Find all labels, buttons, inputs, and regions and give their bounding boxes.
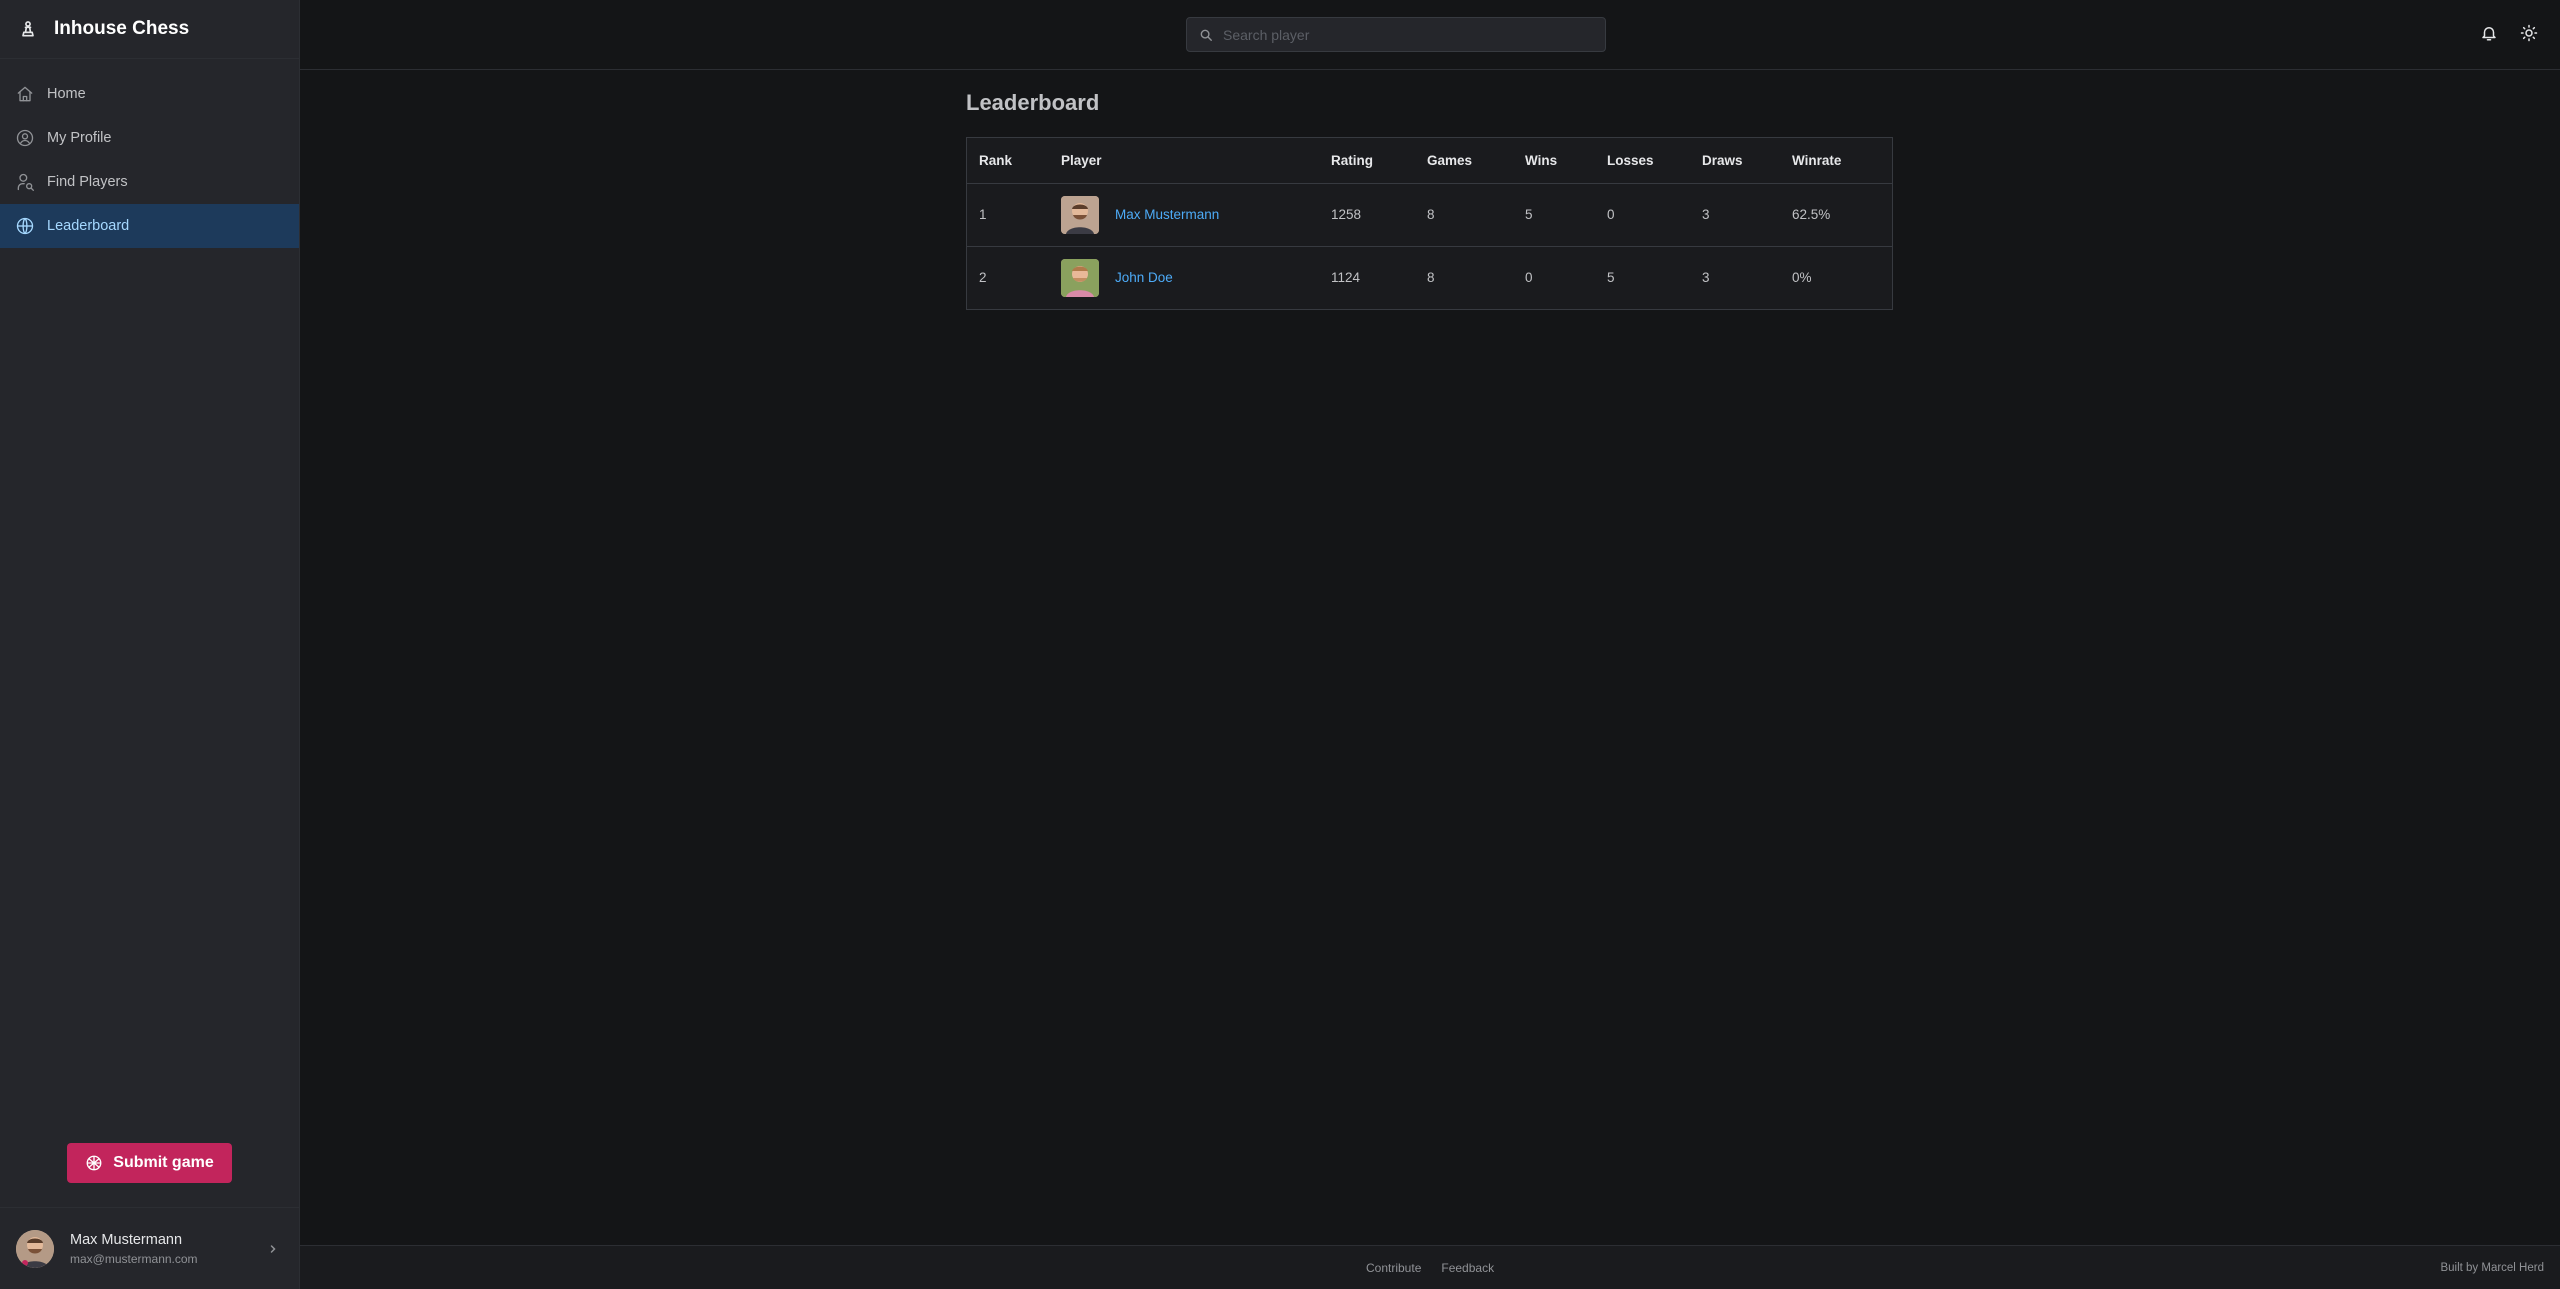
column-header-wins[interactable]: Wins: [1513, 138, 1595, 184]
player-cell: John Doe: [1049, 245, 1319, 309]
user-menu[interactable]: Max Mustermann max@mustermann.com: [0, 1207, 300, 1289]
footer: Contribute Feedback Built by Marcel Herd: [300, 1245, 2560, 1289]
sidebar: Inhouse Chess Home My Profile Find Playe…: [0, 0, 300, 1289]
app-root: Inhouse Chess Home My Profile Find Playe…: [0, 0, 2560, 1289]
losses-cell: 0: [1607, 207, 1615, 222]
leaderboard-table: Rank Player Rating Games Wins Losses Dra…: [966, 137, 1893, 310]
column-header-draws[interactable]: Draws: [1690, 138, 1780, 184]
search-input[interactable]: [1223, 26, 1603, 43]
sidebar-item-leaderboard[interactable]: Leaderboard: [0, 204, 299, 248]
brand[interactable]: Inhouse Chess: [0, 0, 299, 59]
rating-cell: 1124: [1319, 245, 1415, 309]
player-avatar[interactable]: [1061, 258, 1099, 297]
top-header: [300, 0, 2560, 70]
player-link[interactable]: Max Mustermann: [1115, 207, 1219, 222]
footer-link-contribute[interactable]: Contribute: [1366, 1261, 1421, 1275]
sidebar-item-label: Home: [47, 86, 86, 102]
globe-icon: [15, 216, 35, 236]
column-header-losses[interactable]: Losses: [1595, 138, 1690, 184]
wins-cell: 5: [1525, 207, 1533, 222]
app-name: Inhouse Chess: [54, 18, 190, 39]
chess-board-icon: [85, 1154, 103, 1172]
player-cell: Max Mustermann: [1049, 183, 1319, 246]
wins-cell: 0: [1513, 245, 1595, 309]
draws-cell: 3: [1690, 245, 1780, 309]
games-cell: 8: [1427, 207, 1435, 222]
sun-icon[interactable]: [2520, 24, 2538, 42]
winrate-cell: 62.5%: [1792, 207, 1831, 222]
submit-game-label: Submit game: [113, 1154, 214, 1171]
search-icon: [1199, 28, 1213, 42]
column-header-games[interactable]: Games: [1415, 138, 1513, 184]
winrate-cell: 0%: [1780, 245, 1892, 309]
player-avatar[interactable]: [1061, 195, 1099, 234]
home-icon: [15, 84, 35, 104]
user-email: max@mustermann.com: [70, 1251, 198, 1266]
search-bar[interactable]: [1186, 17, 1606, 52]
sidebar-item-my-profile[interactable]: My Profile: [0, 116, 299, 160]
rank-cell: 1: [979, 207, 987, 222]
avatar: [16, 1229, 54, 1268]
column-header-player[interactable]: Player: [1049, 138, 1319, 184]
submit-game-button[interactable]: Submit game: [67, 1143, 232, 1183]
page-title: Leaderboard: [966, 90, 1100, 115]
player-link[interactable]: John Doe: [1115, 270, 1173, 285]
sidebar-item-label: Find Players: [47, 174, 128, 190]
sidebar-item-label: My Profile: [47, 130, 112, 146]
sidebar-item-find-players[interactable]: Find Players: [0, 160, 299, 204]
bell-icon[interactable]: [2480, 24, 2498, 42]
user-circle-icon: [15, 128, 35, 148]
footer-link-feedback[interactable]: Feedback: [1441, 1261, 1494, 1275]
sidebar-item-label: Leaderboard: [47, 218, 130, 234]
draws-cell: 3: [1702, 207, 1710, 222]
footer-links: Contribute Feedback: [1366, 1246, 1514, 1289]
footer-credit: Built by Marcel Herd: [2440, 1262, 2544, 1274]
table-row: 1 Max Mustermann 1258 8 5 0 3 62.5%: [967, 183, 1892, 246]
table-row: 2 John Doe 1124 8 0 5 3 0%: [967, 245, 1892, 309]
rating-cell: 1258: [1331, 207, 1362, 222]
user-search-icon: [15, 172, 35, 192]
column-header-winrate[interactable]: Winrate: [1780, 138, 1892, 184]
sidebar-item-home[interactable]: Home: [0, 72, 299, 116]
column-header-rating[interactable]: Rating: [1319, 138, 1415, 184]
sidebar-nav: Home My Profile Find Players Leaderboard: [0, 59, 299, 248]
losses-cell: 5: [1595, 245, 1690, 309]
games-cell: 8: [1415, 245, 1513, 309]
table-header-row: Rank Player Rating Games Wins Losses Dra…: [967, 138, 1892, 184]
chevron-right-icon: [264, 1240, 282, 1258]
column-header-rank[interactable]: Rank: [967, 138, 1049, 184]
rank-cell: 2: [967, 245, 1049, 309]
user-name: Max Mustermann: [70, 1231, 183, 1248]
chess-pawn-icon: [18, 19, 38, 39]
